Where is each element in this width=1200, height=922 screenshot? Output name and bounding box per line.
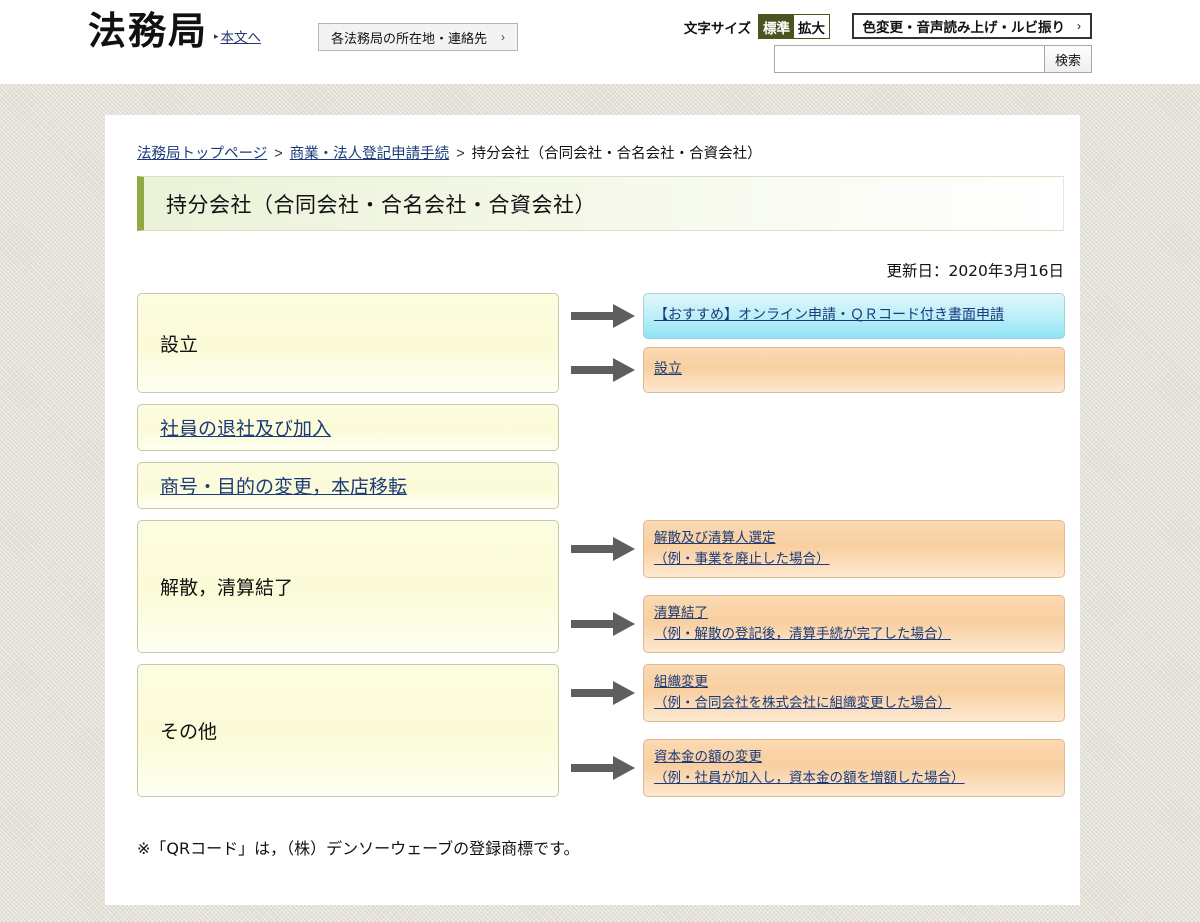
brand-block: 法務局 ▸ 本文へ (88, 12, 261, 50)
flow-category-label: 解散，清算結了 (160, 577, 294, 599)
flow-target-box-0-0[interactable]: 【おすすめ】オンライン申請・ＱＲコード付き書面申請 (643, 293, 1065, 339)
search-button[interactable]: 検索 (1044, 45, 1092, 73)
flow-target-link-subtitle[interactable]: （例・事業を廃止した場合） (654, 549, 1054, 570)
breadcrumb-separator: > (456, 146, 465, 162)
flow-diagram: 設立 【おすすめ】オンライン申請・ＱＲコード付き書面申請 設立 社員の退社及び加入 商号… (137, 293, 1065, 808)
flow-target-link-subtitle[interactable]: （例・解散の登記後，清算手続が完了した場合） (654, 624, 1054, 645)
flow-row: 解散，清算結了 解散及び清算人選定 （例・事業を廃止した場合） 清算結了 （例・解散の登… (137, 520, 1065, 653)
flow-arrow-icon (571, 303, 637, 329)
flow-category-box-2[interactable]: 商号・目的の変更，本店移転 (137, 462, 559, 509)
flow-target-box-0-1[interactable]: 設立 (643, 347, 1065, 393)
flow-target-link[interactable]: 【おすすめ】オンライン申請・ＱＲコード付き書面申請 (654, 305, 1054, 327)
flow-category-box-4: その他 (137, 664, 559, 797)
page-title: 持分会社（合同会社・合名会社・合資会社） (166, 192, 596, 217)
flow-category-label: 設立 (160, 333, 199, 356)
page-title-banner: 持分会社（合同会社・合名会社・合資会社） (137, 176, 1064, 231)
text-size-standard-button[interactable]: 標準 (759, 15, 794, 38)
flow-target-box-3-0[interactable]: 解散及び清算人選定 （例・事業を廃止した場合） (643, 520, 1065, 578)
flow-row: その他 組織変更 （例・合同会社を株式会社に組織変更した場合） 資本金の額の変更 （例・… (137, 664, 1065, 797)
update-date: 更新日：2020年3月16日 (886, 262, 1064, 280)
accessibility-options-label: 色変更・音声読み上げ・ルビ振り (862, 20, 1066, 35)
breadcrumb-separator: > (274, 146, 283, 162)
breadcrumb: 法務局トップページ > 商業・法人登記申請手続 > 持分会社（合同会社・合名会社・合資会… (137, 142, 762, 163)
search-input[interactable] (774, 45, 1044, 73)
flow-target-box-3-1[interactable]: 清算結了 （例・解散の登記後，清算手続が完了した場合） (643, 595, 1065, 653)
text-size-button-group: 標準 拡大 (758, 14, 830, 39)
flow-target-box-4-0[interactable]: 組織変更 （例・合同会社を株式会社に組織変更した場合） (643, 664, 1065, 722)
flow-arrow-icon (571, 611, 637, 637)
breadcrumb-item-current: 持分会社（合同会社・合名会社・合資会社） (471, 146, 762, 162)
flow-target-column: 組織変更 （例・合同会社を株式会社に組織変更した場合） 資本金の額の変更 （例・社員が… (643, 664, 1065, 797)
flow-category-label: その他 (160, 721, 218, 743)
flow-target-link[interactable]: 解散及び清算人選定 (654, 528, 1054, 549)
flow-target-box-4-1[interactable]: 資本金の額の変更 （例・社員が加入し，資本金の額を増額した場合） (643, 739, 1065, 797)
office-locations-label: 各法務局の所在地・連絡先 (331, 30, 488, 46)
skip-to-content-label[interactable]: 本文へ (221, 26, 262, 46)
skip-to-content[interactable]: ▸ 本文へ (214, 26, 261, 50)
triangle-right-icon: ▸ (214, 30, 219, 41)
flow-row: 設立 【おすすめ】オンライン申請・ＱＲコード付き書面申請 設立 (137, 293, 1065, 393)
flow-row: 商号・目的の変更，本店移転 (137, 462, 1065, 509)
flow-target-link[interactable]: 設立 (654, 359, 1054, 381)
flow-category-link[interactable]: 社員の退社及び加入 (160, 414, 331, 441)
text-size-large-button[interactable]: 拡大 (794, 15, 829, 38)
site-header: 法務局 ▸ 本文へ 各法務局の所在地・連絡先 › 文字サイズ 標準 拡大 色変更… (0, 0, 1200, 84)
office-locations-button[interactable]: 各法務局の所在地・連絡先 › (318, 23, 519, 51)
flow-category-box-1[interactable]: 社員の退社及び加入 (137, 404, 559, 451)
search-form: 検索 (774, 45, 1092, 73)
flow-category-box-0: 設立 (137, 293, 559, 393)
text-size-control: 文字サイズ 標準 拡大 (684, 14, 830, 39)
text-size-label: 文字サイズ (683, 20, 751, 36)
chevron-right-icon: › (1077, 19, 1081, 33)
flow-arrow-icon (571, 536, 637, 562)
flow-arrow-icon (571, 357, 637, 383)
site-logo: 法務局 (88, 9, 209, 53)
flow-target-link[interactable]: 資本金の額の変更 (654, 747, 1054, 768)
flow-target-link-subtitle[interactable]: （例・合同会社を株式会社に組織変更した場合） (654, 693, 1054, 714)
accessibility-options-button[interactable]: 色変更・音声読み上げ・ルビ振り › (851, 13, 1092, 39)
flow-category-link[interactable]: 商号・目的の変更，本店移転 (160, 472, 407, 499)
flow-row: 社員の退社及び加入 (137, 404, 1065, 451)
flow-target-link[interactable]: 清算結了 (654, 603, 1054, 624)
breadcrumb-item-parent[interactable]: 商業・法人登記申請手続 (290, 146, 450, 162)
breadcrumb-item-home[interactable]: 法務局トップページ (137, 146, 267, 162)
content-card: 法務局トップページ > 商業・法人登記申請手続 > 持分会社（合同会社・合名会社・合資会… (105, 115, 1080, 905)
qr-trademark-footnote: ※「QRコード」は，（株）デンソーウェーブの登録商標です。 (137, 839, 580, 858)
flow-arrow-icon (571, 755, 637, 781)
chevron-right-icon: › (501, 30, 506, 44)
flow-arrow-icon (571, 680, 637, 706)
flow-target-link-subtitle[interactable]: （例・社員が加入し，資本金の額を増額した場合） (654, 768, 1054, 789)
flow-category-box-3: 解散，清算結了 (137, 520, 559, 653)
flow-target-column: 解散及び清算人選定 （例・事業を廃止した場合） 清算結了 （例・解散の登記後，清算手続… (643, 520, 1065, 653)
flow-target-link[interactable]: 組織変更 (654, 672, 1054, 693)
flow-target-column: 【おすすめ】オンライン申請・ＱＲコード付き書面申請 設立 (643, 293, 1065, 393)
